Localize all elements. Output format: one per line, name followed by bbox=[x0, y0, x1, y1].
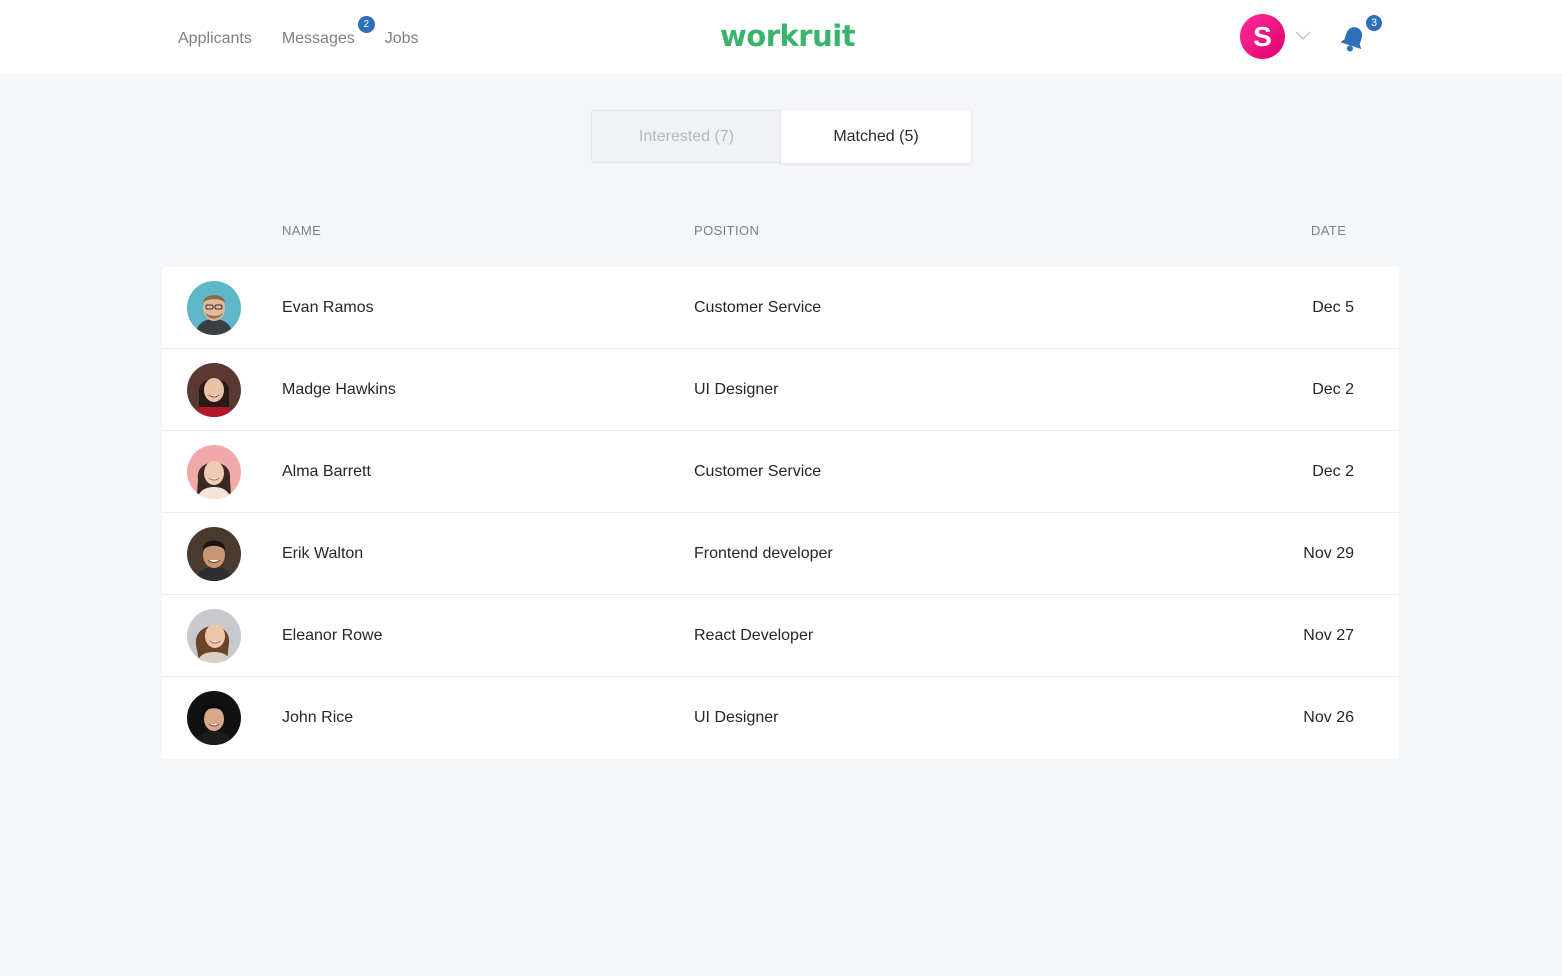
candidate-position: Customer Service bbox=[694, 463, 822, 480]
candidate-avatar bbox=[187, 445, 241, 499]
nav-jobs-label: Jobs bbox=[384, 30, 419, 47]
candidate-name: Alma Barrett bbox=[282, 463, 371, 480]
match-tabs: Interested (7) Matched (5) bbox=[591, 110, 971, 163]
candidate-avatar bbox=[187, 363, 241, 417]
tab-matched[interactable]: Matched (5) bbox=[781, 110, 971, 163]
table-row[interactable]: Eleanor Rowe React Developer Nov 27 bbox=[162, 595, 1399, 677]
candidate-avatar bbox=[187, 281, 241, 335]
notification-count-badge: 3 bbox=[1365, 14, 1383, 32]
candidate-position: Frontend developer bbox=[694, 545, 833, 562]
candidate-position: React Developer bbox=[694, 627, 814, 644]
candidate-name: Eleanor Rowe bbox=[282, 627, 383, 644]
nav-applicants-label: Applicants bbox=[178, 30, 252, 47]
table-row[interactable]: Alma Barrett Customer Service Dec 2 bbox=[162, 431, 1399, 513]
table-row[interactable]: John Rice UI Designer Nov 26 bbox=[162, 677, 1399, 759]
nav-messages-label: Messages bbox=[281, 30, 355, 47]
candidate-date: Nov 27 bbox=[1303, 627, 1354, 644]
candidate-position: UI Designer bbox=[694, 381, 779, 398]
candidate-date: Dec 5 bbox=[1312, 299, 1354, 316]
top-bar: Applicants Messages 2 Jobs workruit S 3 bbox=[0, 0, 1562, 74]
column-header-position[interactable]: POSITION bbox=[694, 223, 759, 238]
workruit-logo[interactable]: workruit bbox=[720, 16, 856, 56]
candidate-avatar bbox=[187, 691, 241, 745]
candidate-date: Nov 26 bbox=[1303, 709, 1354, 726]
candidate-position: Customer Service bbox=[694, 299, 822, 316]
candidate-date: Dec 2 bbox=[1312, 463, 1354, 480]
candidate-position: UI Designer bbox=[694, 709, 779, 726]
table-row[interactable]: Madge Hawkins UI Designer Dec 2 bbox=[162, 349, 1399, 431]
candidate-name: Madge Hawkins bbox=[282, 381, 396, 398]
candidate-date: Nov 29 bbox=[1303, 545, 1354, 562]
table-row[interactable]: Erik Walton Frontend developer Nov 29 bbox=[162, 513, 1399, 595]
bell-icon[interactable] bbox=[1339, 24, 1367, 54]
column-header-name[interactable]: NAME bbox=[282, 223, 321, 238]
candidate-name: Evan Ramos bbox=[282, 299, 374, 316]
candidate-avatar bbox=[187, 609, 241, 663]
tab-interested[interactable]: Interested (7) bbox=[592, 111, 781, 162]
chevron-down-icon[interactable] bbox=[1294, 28, 1312, 42]
column-header-date[interactable]: DATE bbox=[1311, 223, 1346, 238]
candidate-avatar bbox=[187, 527, 241, 581]
candidate-date: Dec 2 bbox=[1312, 381, 1354, 398]
nav-messages[interactable]: Messages 2 bbox=[281, 16, 375, 50]
candidate-name: John Rice bbox=[282, 709, 354, 726]
messages-count-badge: 2 bbox=[357, 16, 375, 33]
user-avatar[interactable]: S bbox=[1240, 14, 1285, 59]
main-nav: Applicants Messages 2 Jobs bbox=[178, 16, 419, 50]
candidate-name: Erik Walton bbox=[282, 545, 364, 562]
nav-applicants[interactable]: Applicants bbox=[178, 28, 252, 50]
table-row[interactable]: Evan Ramos Customer Service Dec 5 bbox=[162, 267, 1399, 349]
matched-candidates-table: Evan Ramos Customer Service Dec 5 Madge … bbox=[162, 267, 1399, 759]
nav-jobs[interactable]: Jobs bbox=[385, 28, 419, 50]
